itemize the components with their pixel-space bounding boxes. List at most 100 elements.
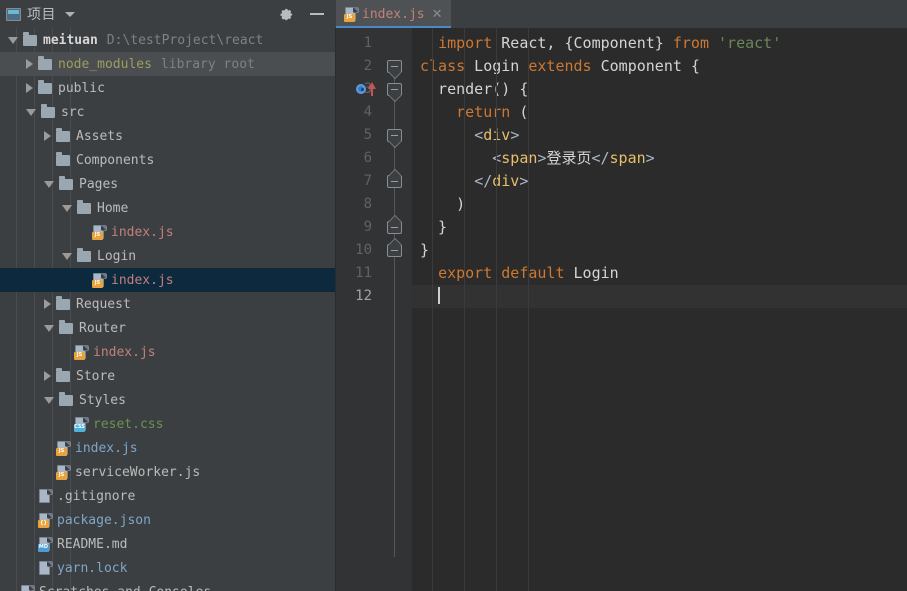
code-line[interactable]: export default Login [412,262,907,285]
tree-row-index-js[interactable]: JS index.js [0,220,335,244]
code-token: </ [591,149,610,167]
editor-tab-index-js[interactable]: JS index.js ✕ [336,0,451,28]
tree-row-serviceworker-js[interactable]: JS serviceWorker.js [0,460,335,484]
fold-collapse-icon[interactable] [387,129,402,142]
fold-marker-gutter[interactable] [356,28,412,591]
code-line[interactable]: </div> [412,170,907,193]
fold-marker-row [378,193,412,216]
close-icon[interactable]: ✕ [432,7,443,22]
code-token: Login [564,264,619,282]
folder-icon [56,295,70,310]
code-line[interactable]: ) [412,193,907,216]
code-token: span [501,149,538,167]
chevron-down-icon[interactable] [62,204,72,212]
chevron-right-icon[interactable] [44,371,51,381]
project-tree[interactable]: meituan D:\testProject\react node_modules l… [0,28,336,591]
override-method-icon[interactable] [356,84,366,94]
code-line[interactable]: class Login extends Component { [412,55,907,78]
folder-icon [38,79,52,94]
code-line[interactable]: } [412,239,907,262]
tree-row-index-js[interactable]: JS index.js [0,436,335,460]
fold-region-end-icon[interactable] [387,175,402,188]
tree-row-index-js[interactable]: JS index.js [0,340,335,364]
code-line[interactable]: <div> [412,124,907,147]
tree-row-src[interactable]: src [0,100,335,124]
fold-region-end-icon[interactable] [387,244,402,257]
chevron-right-icon[interactable] [44,131,51,141]
tree-row-assets[interactable]: Assets [0,124,335,148]
gear-icon[interactable] [279,7,294,22]
tree-row-pages[interactable]: Pages [0,172,335,196]
fold-marker-row [378,124,412,147]
line-number: 6 [363,150,372,166]
tree-row--gitignore[interactable]: .gitignore [0,484,335,508]
tree-row-label: Request [76,296,131,312]
folder-icon [59,175,73,190]
fold-collapse-icon[interactable] [387,83,402,96]
tree-row-login[interactable]: Login [0,244,335,268]
tree-row-label: node_modules [58,56,152,72]
project-icon [6,7,21,21]
code-line[interactable]: render() { [412,78,907,101]
file-md-icon: MD [38,536,53,552]
folder-icon [77,199,91,214]
editor-tab-bar: JS index.js ✕ [336,0,907,28]
no-arrow-spacer [26,493,33,500]
chevron-right-icon[interactable] [26,83,33,93]
chevron-down-icon[interactable] [65,11,75,17]
chevron-down-icon[interactable] [8,36,18,44]
chevron-down-icon[interactable] [44,396,54,404]
tree-row-request[interactable]: Request [0,292,335,316]
tree-row-scratches-and-consoles[interactable]: > Scratches and Consoles [0,580,335,591]
fold-region-end-icon[interactable] [387,221,402,234]
tree-row-package-json[interactable]: {} package.json [0,508,335,532]
tree-row-label: package.json [57,512,151,528]
code-token: 'react' [718,34,782,52]
fold-marker-row [378,216,412,239]
code-token: extends [528,57,592,75]
chevron-down-icon[interactable] [44,180,54,188]
tree-row-store[interactable]: Store [0,364,335,388]
chevron-down-icon[interactable] [44,324,54,332]
tree-row-index-js[interactable]: JS index.js [0,268,335,292]
tree-row-readme-md[interactable]: MD README.md [0,532,335,556]
tree-row-node-modules[interactable]: node_modules library root [0,52,335,76]
code-line[interactable]: return ( [412,101,907,124]
code-token: from [672,34,709,52]
tree-row-meituan[interactable]: meituan D:\testProject\react [0,28,335,52]
code-line[interactable]: <span>登录页</span> [412,147,907,170]
file-js-icon: JS [74,344,89,360]
chevron-right-icon[interactable] [44,299,51,309]
folder-icon [56,367,70,382]
folder-icon [38,55,52,70]
tree-row-home[interactable]: Home [0,196,335,220]
code-line[interactable] [412,285,907,308]
tree-row-public[interactable]: public [0,76,335,100]
overriding-method-arrow-icon[interactable] [368,82,376,96]
tree-row-label: Login [97,248,137,264]
fold-marker-row [378,262,412,285]
fold-collapse-icon[interactable] [387,60,402,73]
tree-row-label: yarn.lock [57,560,128,576]
code-token: < [474,126,484,144]
indent-guide [528,28,529,591]
tree-row-components[interactable]: Components [0,148,335,172]
chevron-right-icon[interactable] [26,59,33,69]
tree-row-styles[interactable]: Styles [0,388,335,412]
code-editor[interactable]: 1 2 3 4 5 6 7 8 9 10 11 12 import React, {Component… [336,28,907,591]
tree-row-router[interactable]: Router [0,316,335,340]
minimize-icon[interactable] [310,13,324,15]
tree-row-yarn-lock[interactable]: yarn.lock [0,556,335,580]
chevron-down-icon[interactable] [62,252,72,260]
no-arrow-spacer [26,517,33,524]
fold-marker-row [378,285,412,308]
chevron-down-icon[interactable] [26,108,36,116]
code-line[interactable]: } [412,216,907,239]
code-line[interactable]: import React, {Component} from 'react' [412,32,907,55]
tree-row-reset-css[interactable]: CSS reset.css [0,412,335,436]
folder-icon [77,247,91,262]
code-area[interactable]: import React, {Component} from 'react' cl… [412,28,907,591]
